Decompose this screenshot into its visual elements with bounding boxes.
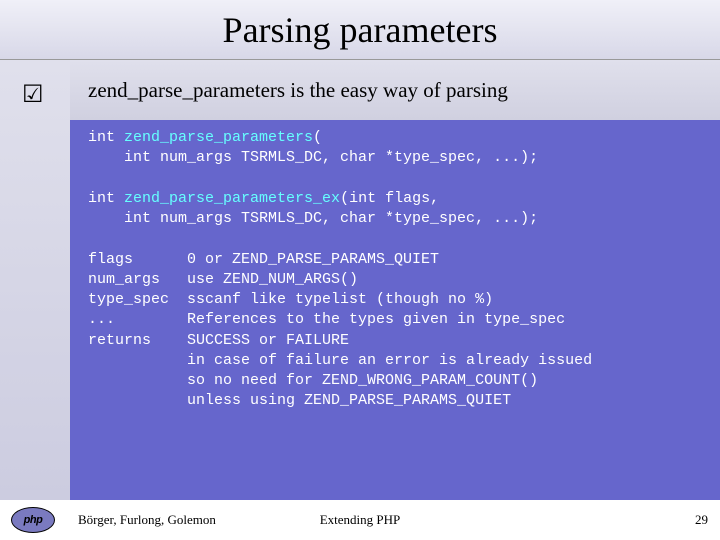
left-column: ☑: [0, 60, 70, 500]
code-line: num_args use ZEND_NUM_ARGS(): [88, 271, 358, 288]
code-line: flags 0 or ZEND_PARSE_PARAMS_QUIET: [88, 251, 439, 268]
code-line: so no need for ZEND_WRONG_PARAM_COUNT(): [88, 372, 538, 389]
code-line: ... References to the types given in typ…: [88, 311, 565, 328]
code-line: type_spec sscanf like typelist (though n…: [88, 291, 493, 308]
intro-row: zend_parse_parameters is the easy way of…: [70, 60, 720, 120]
footer: php Börger, Furlong, Golemon Extending P…: [0, 500, 720, 540]
code-line: in case of failure an error is already i…: [88, 352, 592, 369]
php-logo-text: php: [11, 507, 55, 533]
code-line: int zend_parse_parameters_ex(int flags,: [88, 190, 439, 207]
page-number: 29: [695, 512, 708, 528]
footer-title: Extending PHP: [320, 512, 401, 528]
title-bar: Parsing parameters: [0, 0, 720, 60]
fn-name: zend_parse_parameters_ex: [124, 190, 340, 207]
footer-authors: Börger, Furlong, Golemon: [78, 512, 216, 528]
checkmark-icon: ☑: [22, 80, 44, 109]
slide: Parsing parameters ☑ zend_parse_paramete…: [0, 0, 720, 540]
code-line: int zend_parse_parameters(: [88, 129, 322, 146]
code-line: returns SUCCESS or FAILURE: [88, 332, 349, 349]
code-line: int num_args TSRMLS_DC, char *type_spec,…: [88, 210, 538, 227]
code-line: unless using ZEND_PARSE_PARAMS_QUIET: [88, 392, 511, 409]
php-logo: php: [8, 505, 58, 535]
code-line: int num_args TSRMLS_DC, char *type_spec,…: [88, 149, 538, 166]
fn-name: zend_parse_parameters: [124, 129, 313, 146]
intro-text: zend_parse_parameters is the easy way of…: [88, 78, 720, 103]
code-block: int zend_parse_parameters( int num_args …: [70, 120, 720, 500]
slide-title: Parsing parameters: [223, 9, 498, 51]
